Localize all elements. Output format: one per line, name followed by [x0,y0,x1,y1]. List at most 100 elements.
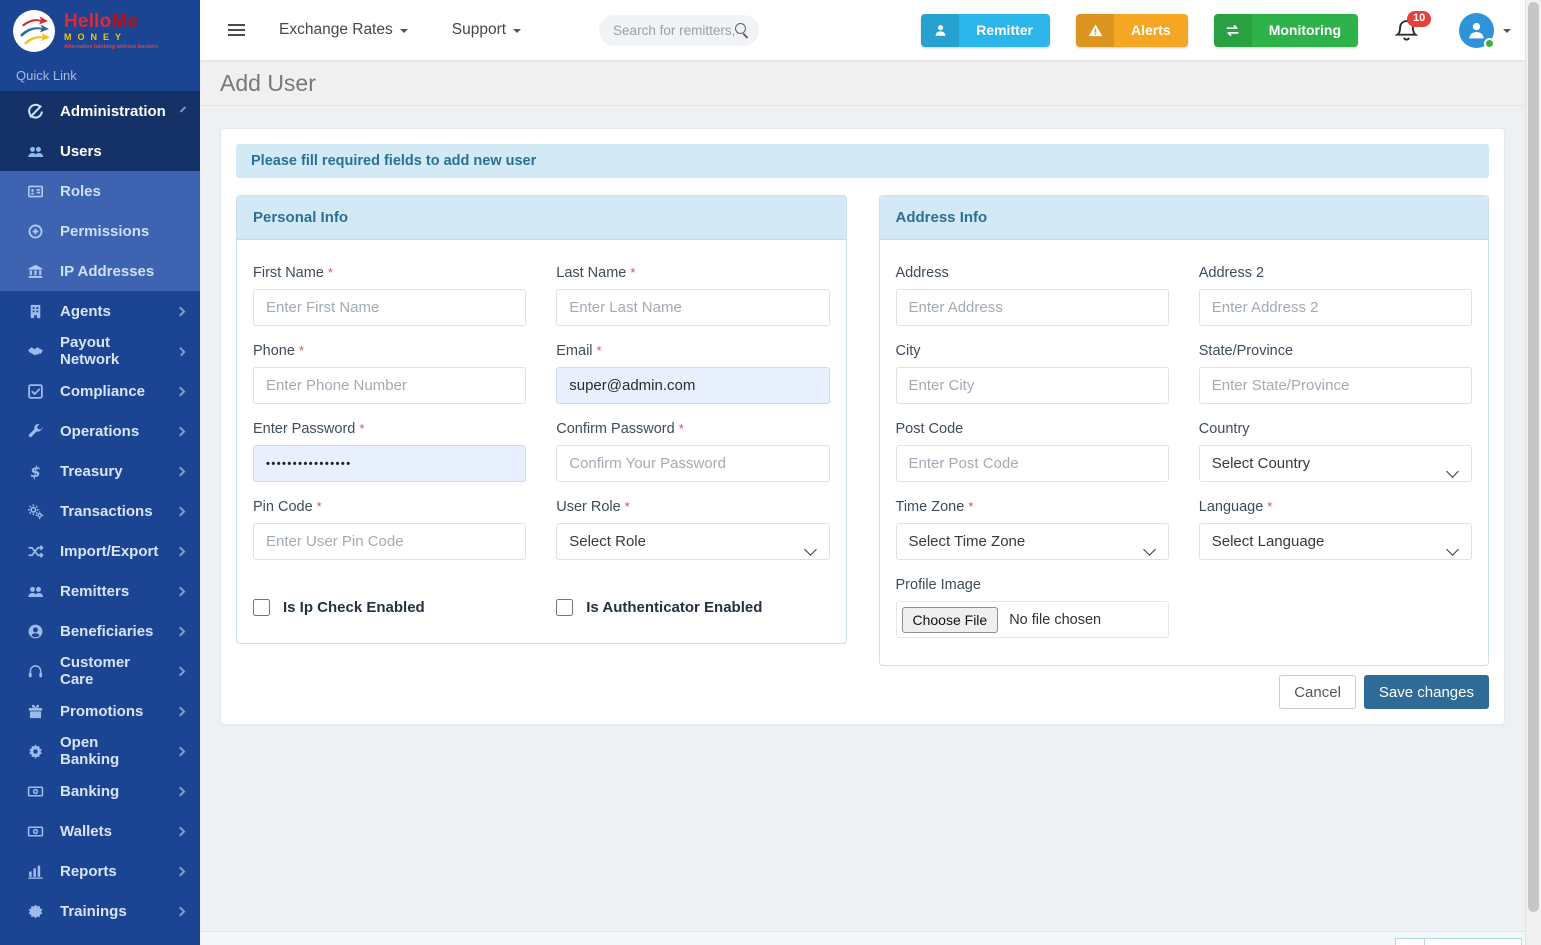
menu-support[interactable]: Support [452,21,522,39]
save-changes-button[interactable]: Save changes [1363,675,1489,709]
wrench-icon [27,423,44,440]
last-name-field: Last Name [556,265,830,326]
sidebar-item-operations[interactable]: Operations [0,411,200,451]
gift-icon [27,703,44,720]
button-label: Alerts [1131,22,1171,38]
post-code-input[interactable] [895,445,1169,482]
choose-file-button[interactable]: Choose File [901,606,999,633]
sidebar-item-promotions[interactable]: Promotions [0,691,200,731]
vertical-scrollbar[interactable] [1525,0,1541,945]
money-bill-icon [27,823,44,840]
brand-me: Me [111,11,139,32]
shuffle-icon [27,543,44,560]
first-name-input[interactable] [253,289,527,326]
sidebar-item-roles[interactable]: Roles [0,171,200,211]
address-input[interactable] [895,289,1169,326]
address2-input[interactable] [1198,289,1472,326]
city-input[interactable] [895,367,1169,404]
sidebar-item-label: IP Addresses [60,262,155,280]
country-field: Country Select Country [1198,421,1472,482]
user-circle-icon [27,623,44,640]
caret-down-icon [399,29,408,33]
sidebar-item-remitters[interactable]: Remitters [0,571,200,611]
topbar: Exchange Rates Support Remitter Alerts M… [200,0,1541,60]
cancel-button[interactable]: Cancel [1279,675,1356,709]
person-icon [1469,22,1484,38]
chevron-right-icon [175,706,186,716]
partial-bottom-widget[interactable] [1395,938,1522,945]
sidebar-item-administration[interactable]: Administration [0,91,200,131]
sidebar-item-label: Operations [60,422,140,440]
hamburger-menu-icon[interactable] [228,24,245,36]
sidebar-item-label: Permissions [60,222,150,240]
profile-image-file-input: Choose File No file chosen [895,601,1169,638]
last-name-input[interactable] [556,289,830,326]
money-bill-icon [27,783,44,800]
sidebar-item-treasury[interactable]: $ Treasury [0,451,200,491]
authenticator-field: Is Authenticator Enabled [556,599,829,616]
user-role-select[interactable]: Select Role [556,523,830,560]
alerts-button[interactable]: Alerts [1076,13,1188,47]
country-select[interactable]: Select Country [1198,445,1472,482]
address2-label: Address 2 [1198,265,1265,281]
chevron-right-icon [175,746,186,756]
panel-title: Address Info [879,196,1488,240]
sidebar-item-transactions[interactable]: Transactions [0,491,200,531]
chevron-right-icon [175,346,186,356]
profile-image-field: Profile Image Choose File No file chosen [895,577,1169,638]
ip-check-checkbox[interactable] [253,599,270,616]
sidebar-item-ip-addresses[interactable]: IP Addresses [0,251,200,291]
phone-input[interactable] [253,367,527,404]
address-label: Address [895,265,949,281]
city-field: City [895,343,1169,404]
menu-exchange-rates[interactable]: Exchange Rates [279,21,408,39]
language-select[interactable]: Select Language [1198,523,1472,560]
monitoring-button[interactable]: Monitoring [1213,13,1358,47]
country-label: Country [1198,421,1250,437]
sidebar-item-payout-network[interactable]: Payout Network [0,331,200,371]
sidebar-item-beneficiaries[interactable]: Beneficiaries [0,611,200,651]
pin-code-input[interactable] [253,523,527,560]
state-field: State/Province [1198,343,1472,404]
sidebar-item-wallets[interactable]: Wallets [0,811,200,851]
sidebar-item-reports[interactable]: Reports [0,851,200,891]
sidebar-item-open-banking[interactable]: Open Banking [0,731,200,771]
gear-icon [27,743,44,760]
chevron-down-icon [179,106,187,113]
address-info-panel: Address Info Address Address 2 City [878,195,1489,666]
notifications-button[interactable]: 10 [1394,10,1432,43]
remitter-button[interactable]: Remitter [921,13,1050,47]
state-input[interactable] [1198,367,1472,404]
search-input[interactable] [613,22,736,38]
confirm-password-input[interactable] [556,445,830,482]
sidebar-item-label: Administration [60,102,166,120]
caret-down-icon [513,29,522,33]
sidebar-item-banking[interactable]: Banking [0,771,200,811]
sidebar-item-label: Payout Network [60,334,120,368]
scrollbar-thumb[interactable] [1528,2,1539,912]
search-icon[interactable] [735,23,749,37]
brand-logo[interactable]: HelloMe MONEY Alternative banking withou… [0,0,200,58]
sidebar-item-label: Compliance [60,382,146,400]
seal-icon [27,903,44,920]
sidebar-item-import-export[interactable]: Import/Export [0,531,200,571]
email-label: Email [556,343,829,359]
sidebar-item-permissions[interactable]: Permissions [0,211,200,251]
post-code-field: Post Code [895,421,1169,482]
sidebar-item-customer-care[interactable]: Customer Care [0,651,200,691]
quick-link-label: Quick Link [16,68,77,83]
password-input[interactable] [253,445,527,482]
phone-label: Phone [253,343,526,359]
building-icon [27,303,44,320]
users-icon [27,583,44,600]
user-menu[interactable] [1459,12,1511,49]
exchange-arrows-icon [1213,13,1252,47]
authenticator-checkbox[interactable] [556,599,574,616]
sidebar-item-compliance[interactable]: Compliance [0,371,200,411]
sidebar-item-agents[interactable]: Agents [0,291,200,331]
email-input[interactable] [556,367,830,404]
sidebar-item-users[interactable]: Users [0,131,200,171]
time-zone-select[interactable]: Select Time Zone [895,523,1169,560]
brand-hello: Hello [64,11,112,32]
sidebar-item-trainings[interactable]: Trainings [0,891,200,931]
